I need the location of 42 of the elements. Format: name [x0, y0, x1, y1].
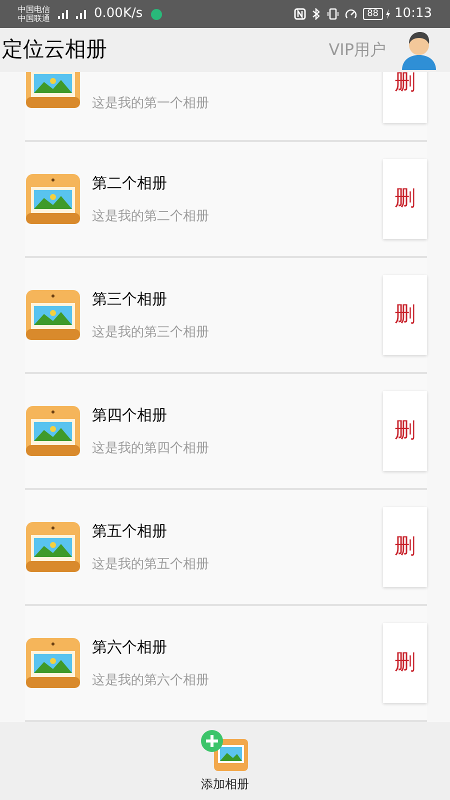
gauge-icon: [345, 8, 358, 20]
album-description: 这是我的第五个相册: [92, 556, 210, 574]
picture-frame-icon: [25, 72, 81, 109]
album-description: 这是我的第一个相册: [92, 94, 210, 113]
album-row[interactable]: 这是我的第一个相册 删: [25, 72, 427, 142]
album-description: 这是我的第三个相册: [92, 324, 210, 342]
album-title: 第三个相册: [92, 289, 168, 310]
app-icon: [150, 8, 162, 20]
album-title: 第六个相册: [92, 637, 168, 658]
picture-frame-icon: [25, 289, 81, 341]
delete-button[interactable]: 删: [383, 623, 427, 703]
delete-button[interactable]: 删: [383, 507, 427, 587]
album-title: 第五个相册: [92, 521, 168, 542]
delete-button[interactable]: 删: [383, 391, 427, 471]
album-title: 第四个相册: [92, 405, 168, 426]
picture-frame-icon: [25, 637, 81, 689]
picture-frame-icon: [25, 173, 81, 225]
picture-frame-icon: [25, 405, 81, 457]
add-album-icon[interactable]: [200, 729, 250, 773]
delete-button[interactable]: 删: [383, 159, 427, 239]
delete-button[interactable]: 删: [383, 72, 427, 123]
avatar-icon[interactable]: [400, 30, 438, 70]
app-title: 定位云相册: [2, 36, 107, 64]
clock: 10:13: [394, 5, 432, 24]
signal-icon: [56, 9, 70, 19]
album-description: 这是我的第六个相册: [92, 672, 210, 690]
carrier-name: 中国电信: [18, 6, 50, 14]
signal-icon: [74, 9, 88, 19]
delete-button[interactable]: 删: [383, 275, 427, 355]
picture-frame-icon: [25, 521, 81, 573]
carrier-name: 中国联通: [18, 14, 50, 22]
album-title: 第二个相册: [92, 173, 168, 194]
network-speed: 0.00K/s: [94, 5, 143, 24]
charging-icon: [384, 9, 391, 19]
album-description: 这是我的第四个相册: [92, 440, 210, 458]
add-album-label[interactable]: 添加相册: [201, 775, 249, 793]
nfc-icon: [294, 8, 306, 20]
vibrate-icon: [327, 8, 340, 20]
user-label: VIP用户: [328, 39, 386, 61]
battery-level: 88: [363, 8, 383, 20]
album-description: 这是我的第二个相册: [92, 208, 210, 226]
bluetooth-icon: [312, 8, 322, 20]
